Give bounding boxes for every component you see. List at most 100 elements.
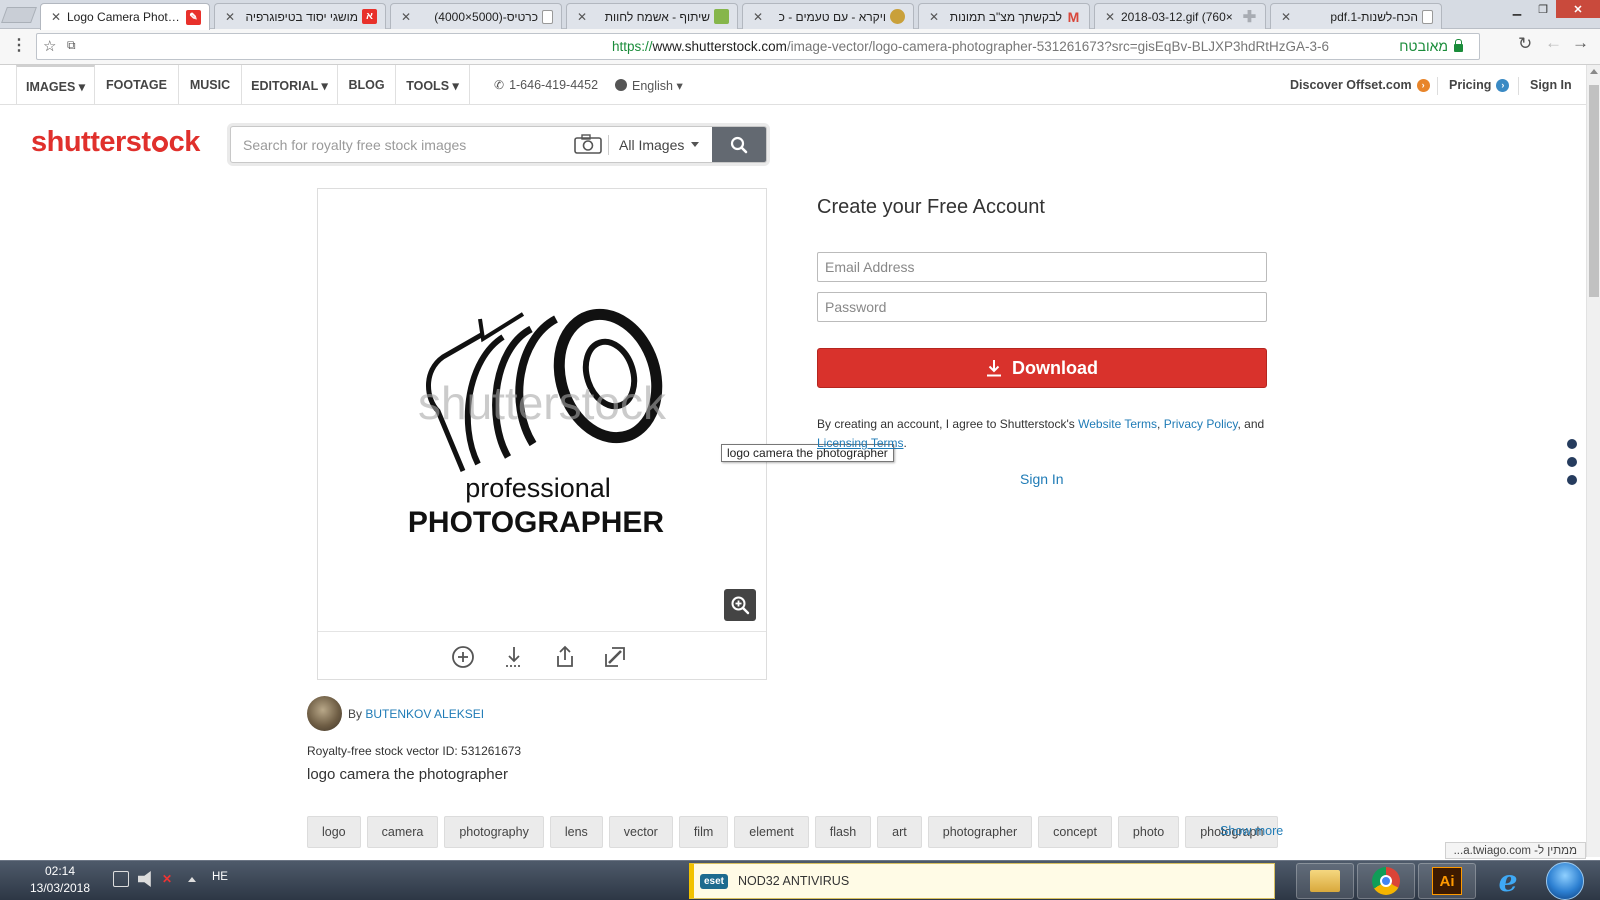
browser-tab[interactable]: ✕ שיתוף - אשמח לחוות — [566, 3, 738, 29]
close-icon[interactable]: ✕ — [223, 10, 237, 24]
camera-logo-image[interactable]: shutterstock professional PHOTOGRAPHER — [318, 189, 766, 630]
keyword-tag[interactable]: vector — [608, 816, 673, 848]
password-field[interactable] — [817, 292, 1267, 322]
clock[interactable]: 02:14 13/03/2018 — [14, 863, 106, 897]
language-selector[interactable]: English ▾ — [615, 65, 683, 105]
nav-tools[interactable]: TOOLS ▾ — [396, 65, 470, 105]
keyword-tag[interactable]: film — [678, 816, 729, 848]
download-button[interactable]: Download — [817, 348, 1267, 388]
browser-tab[interactable]: ✕ הכח-לשנות-1.pdf — [1270, 3, 1442, 29]
browser-tab[interactable]: ✕ Logo Camera Photographer ✎ — [40, 3, 210, 30]
clock-date: 13/03/2018 — [29, 881, 91, 895]
folder-icon — [1310, 870, 1340, 892]
browser-tab[interactable]: ✕ 2018-03-12.gif (760× ✚ — [1094, 3, 1266, 29]
author-line: By BUTENKOV ALEKSEI — [348, 707, 484, 721]
keyword-tag[interactable]: camera — [366, 816, 439, 848]
phone-icon: ✆ — [494, 78, 505, 92]
scrollbar[interactable] — [1586, 65, 1600, 857]
keyword-tag[interactable]: element — [734, 816, 809, 848]
browser-tab[interactable]: ✕ ויקרא - עם טעמים - כ — [742, 3, 914, 29]
nav-blog[interactable]: BLOG — [338, 65, 396, 105]
terms-end: . — [903, 436, 907, 450]
nav-music[interactable]: MUSIC — [179, 65, 242, 105]
author-avatar[interactable] — [307, 696, 342, 731]
licensing-terms-link[interactable]: Licensing Terms — [817, 436, 903, 450]
browser-tab[interactable]: ✕ כרטיס-(5000×4000) — [390, 3, 562, 29]
internet-explorer-taskbar-button[interactable]: e — [1479, 863, 1537, 899]
new-tab-button[interactable] — [1, 7, 37, 23]
more-options-icon[interactable] — [1567, 439, 1577, 485]
windows-start-button[interactable] — [1546, 862, 1584, 900]
nav-footage[interactable]: FOOTAGE — [95, 65, 179, 105]
minimize-icon[interactable]: ▁ — [1504, 0, 1530, 18]
secure-indicator[interactable]: מאובטח — [1399, 38, 1463, 54]
download-icon[interactable] — [501, 644, 527, 670]
chrome-icon — [1372, 867, 1400, 895]
browser-tab[interactable]: ✕ מושגי יסוד בטיפוגרפיה א — [214, 3, 386, 29]
form-sign-in-link[interactable]: Sign In — [1020, 471, 1064, 487]
sign-in-link[interactable]: Sign In — [1530, 65, 1572, 105]
shutterstock-logo[interactable]: shutterst ck — [31, 126, 200, 159]
nav-images[interactable]: IMAGES ▾ — [16, 65, 95, 105]
speaker-muted-icon[interactable] — [138, 871, 151, 887]
keyword-tag[interactable]: flash — [814, 816, 872, 848]
keyword-tag[interactable]: concept — [1038, 816, 1112, 848]
keyword-tag[interactable]: photographer — [927, 816, 1033, 848]
close-icon[interactable]: ✕ — [575, 10, 589, 24]
close-icon[interactable]: ✕ — [1103, 10, 1117, 24]
antivirus-notification[interactable]: eset NOD32 ANTIVIRUS — [689, 863, 1275, 899]
show-more-link[interactable]: Show more — [1220, 824, 1283, 838]
nav-editorial[interactable]: EDITORIAL ▾ — [242, 65, 338, 105]
site-favicon-icon — [714, 9, 729, 24]
network-error-icon[interactable]: ✕ — [162, 871, 178, 887]
input-language[interactable]: HE — [212, 871, 228, 883]
scroll-thumb[interactable] — [1589, 85, 1599, 297]
tray-expand-icon[interactable] — [188, 877, 196, 882]
keyword-tag[interactable]: logo — [307, 816, 361, 848]
close-icon[interactable]: ✕ — [751, 10, 765, 24]
nav-label: MUSIC — [189, 78, 231, 92]
omnibox[interactable]: ☆ ⧉ https://www.shutterstock.com/image-v… — [36, 33, 1480, 60]
scroll-up-icon[interactable] — [1590, 69, 1598, 74]
window-close-icon[interactable]: ✕ — [1556, 0, 1600, 18]
email-field[interactable] — [817, 252, 1267, 282]
keyword-tag[interactable]: photo — [1117, 816, 1180, 848]
website-terms-link[interactable]: Website Terms — [1078, 417, 1157, 431]
forward-arrow-icon[interactable]: ← — [1545, 33, 1562, 53]
close-icon[interactable]: ✕ — [1279, 10, 1293, 24]
search-button[interactable] — [712, 127, 766, 162]
share-icon[interactable] — [552, 644, 578, 670]
phone-link[interactable]: ✆ 1-646-419-4452 — [494, 65, 598, 105]
menu-icon[interactable]: ⋮ — [11, 35, 27, 55]
edit-image-icon[interactable] — [602, 644, 628, 670]
close-icon[interactable]: ✕ — [399, 10, 413, 24]
zoom-button[interactable] — [724, 589, 756, 621]
add-to-lightbox-icon[interactable] — [450, 644, 476, 670]
action-center-icon[interactable] — [113, 871, 129, 887]
back-arrow-icon[interactable]: → — [1572, 33, 1589, 53]
discover-label: Discover Offset.com — [1290, 78, 1412, 92]
url-text[interactable]: https://www.shutterstock.com/image-vecto… — [612, 39, 1329, 54]
chrome-taskbar-button[interactable] — [1357, 863, 1415, 899]
close-icon[interactable]: ✕ — [927, 10, 941, 24]
category-select[interactable]: All Images — [619, 127, 700, 162]
discover-offset-link[interactable]: Discover Offset.com › — [1290, 65, 1430, 105]
keyword-tag[interactable]: art — [877, 816, 922, 848]
bookmark-star-icon[interactable]: ☆ — [43, 37, 56, 55]
illustrator-taskbar-button[interactable]: Ai — [1418, 863, 1476, 899]
author-link[interactable]: BUTENKOV ALEKSEI — [365, 707, 484, 721]
restore-icon[interactable]: ❐ — [1530, 0, 1556, 18]
close-icon[interactable]: ✕ — [49, 10, 63, 24]
camera-search-icon[interactable] — [573, 133, 603, 155]
keyword-list: logo camera photography lens vector film… — [307, 816, 1279, 848]
file-explorer-taskbar-button[interactable] — [1296, 863, 1354, 899]
reload-icon[interactable]: ↻ — [1518, 34, 1532, 54]
browser-tab[interactable]: ✕ לבקשתך מצ"ב תמונות M — [918, 3, 1090, 29]
form-title: Create your Free Account — [817, 196, 1045, 218]
privacy-policy-link[interactable]: Privacy Policy — [1164, 417, 1238, 431]
keyword-tag[interactable]: photography — [444, 816, 544, 848]
site-settings-icon[interactable]: ⧉ — [67, 38, 76, 53]
pricing-link[interactable]: Pricing › — [1449, 65, 1510, 105]
keyword-tag[interactable]: lens — [549, 816, 603, 848]
search-input[interactable] — [231, 127, 571, 162]
